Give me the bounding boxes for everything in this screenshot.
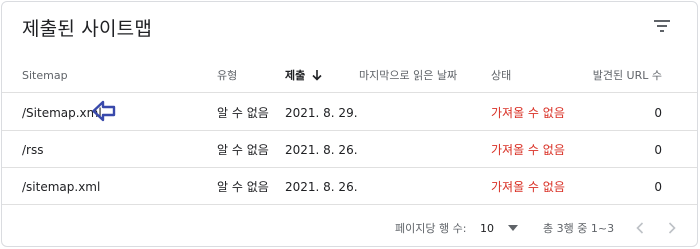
pagination-range: 총 3행 중 1~3 [543, 222, 615, 235]
header-discovered-urls[interactable]: 발견된 URL 수 [552, 57, 662, 93]
header-sitemap[interactable]: Sitemap [22, 57, 68, 93]
chevron-left-icon [636, 222, 644, 234]
rows-per-page-select[interactable]: 10 [480, 209, 518, 246]
chevron-right-icon [668, 222, 676, 234]
cell-status: 가져올 수 없음 [491, 180, 565, 194]
cell-discovered-urls: 0 [654, 105, 662, 120]
left-arrow-annotation-icon [92, 100, 116, 122]
filter-icon [654, 20, 670, 32]
rows-per-page-label: 페이지당 행 수: [395, 222, 467, 235]
header-submitted-label: 제출 [285, 69, 306, 82]
next-page-button[interactable] [662, 209, 682, 246]
table-row[interactable]: /sitemap.xml 알 수 없음 2021. 8. 26. 가져올 수 없… [2, 168, 697, 205]
cell-status: 가져올 수 없음 [491, 143, 565, 157]
cell-discovered-urls: 0 [654, 179, 662, 194]
header-type[interactable]: 유형 [217, 57, 237, 93]
cell-type: 알 수 없음 [217, 106, 269, 120]
prev-page-button[interactable] [630, 209, 650, 246]
cell-discovered-urls: 0 [654, 142, 662, 157]
cell-type: 알 수 없음 [217, 143, 269, 157]
triangle-down-icon [508, 225, 518, 231]
filter-button[interactable] [648, 12, 676, 40]
cell-sitemap: /Sitemap.xml [22, 105, 102, 120]
cell-sitemap: /rss [22, 142, 44, 157]
arrow-down-icon [312, 70, 322, 81]
submitted-sitemaps-card: 제출된 사이트맵 Sitemap 유형 제출 마지막으로 읽은 날짜 상태 발견… [1, 1, 698, 247]
table-row[interactable]: /rss 알 수 없음 2021. 8. 26. 가져올 수 없음 0 [2, 131, 697, 168]
cell-status: 가져올 수 없음 [491, 106, 565, 120]
card-title: 제출된 사이트맵 [22, 18, 152, 40]
cell-type: 알 수 없음 [217, 180, 269, 194]
cell-submitted: 2021. 8. 26. [285, 179, 358, 194]
header-last-read[interactable]: 마지막으로 읽은 날짜 [359, 57, 457, 93]
pagination-footer: 페이지당 행 수: 10 총 3행 중 1~3 [2, 209, 697, 246]
cell-submitted: 2021. 8. 26. [285, 142, 358, 157]
rows-per-page-value: 10 [480, 221, 494, 235]
cell-sitemap: /sitemap.xml [22, 179, 101, 194]
table-header-row: Sitemap 유형 제출 마지막으로 읽은 날짜 상태 발견된 URL 수 [2, 57, 697, 93]
header-status[interactable]: 상태 [491, 57, 511, 93]
cell-submitted: 2021. 8. 29. [285, 105, 358, 120]
header-submitted[interactable]: 제출 [285, 57, 323, 93]
